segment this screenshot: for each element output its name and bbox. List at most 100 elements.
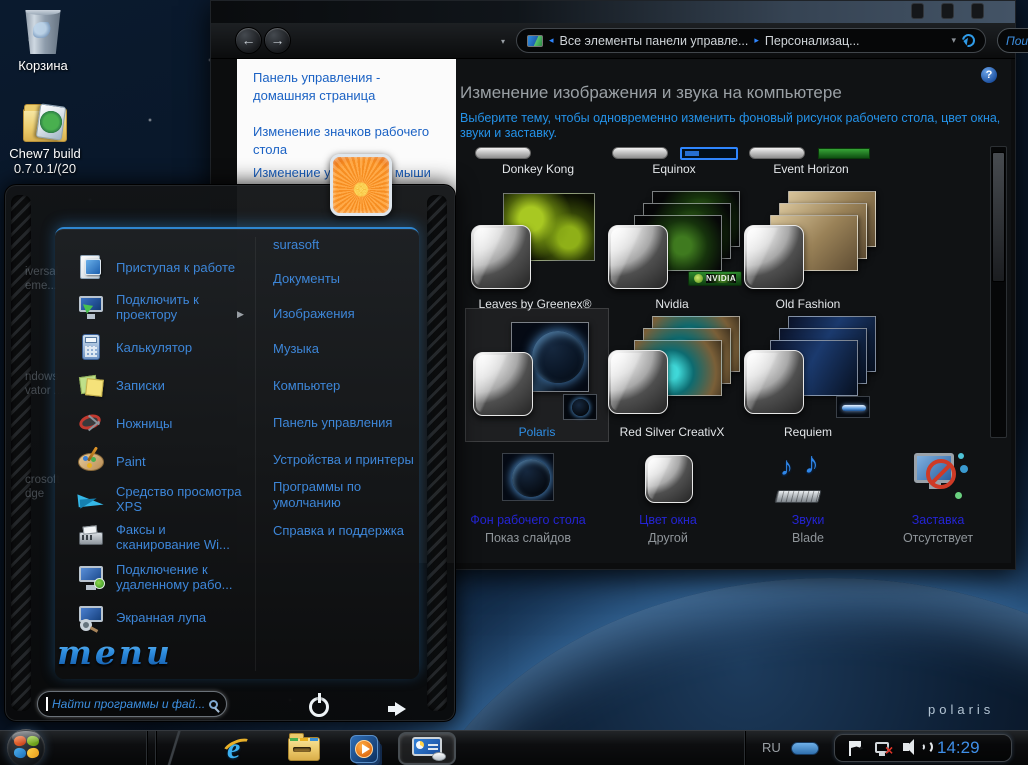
sidebar-link-home[interactable]: Панель управления - домашняя страница <box>253 69 443 105</box>
sounds-link[interactable]: Звуки <box>738 513 878 527</box>
menu-item-getting-started[interactable]: Приступая к работе <box>77 247 257 287</box>
nvidia-badge: NVIDIA <box>688 271 742 286</box>
theme-requiem[interactable]: Requiem <box>740 314 876 438</box>
desktop-screen: polaris Корзина Chew7 build 0.7.0.1/(20 … <box>0 0 1028 765</box>
search-input[interactable] <box>1006 34 1028 48</box>
menu-item-username[interactable]: surasoft <box>273 237 415 253</box>
theme-label[interactable]: Donkey Kong <box>468 162 608 176</box>
theme-thumb-event-horizon[interactable] <box>749 147 805 159</box>
snipping-tool-icon <box>77 409 105 437</box>
desktop-background-value: Показ слайдов <box>458 531 598 545</box>
window-titlebar[interactable] <box>211 1 1015 23</box>
internet-explorer-icon[interactable]: e <box>224 734 254 764</box>
menu-item-pictures[interactable]: Изображения <box>273 306 415 322</box>
glass-square-icon <box>608 350 668 414</box>
breadcrumb-chevron-right-icon[interactable]: ▸ <box>754 35 759 46</box>
media-player-icon[interactable] <box>350 735 378 763</box>
control-panel-search[interactable] <box>997 28 1028 53</box>
menu-item-snipping-tool[interactable]: Ножницы <box>77 403 257 443</box>
menu-item-devices-printers[interactable]: Устройства и принтеры <box>273 452 415 468</box>
setting-screensaver: Заставка Отсутствует <box>868 451 1008 545</box>
theme-label[interactable]: Nvidia <box>602 297 742 311</box>
menu-item-calculator[interactable]: Калькулятор <box>77 327 257 367</box>
theme-label[interactable]: Requiem <box>738 425 878 439</box>
menu-item-help-support[interactable]: Справка и поддержка <box>273 523 415 539</box>
user-account-picture[interactable] <box>330 154 392 216</box>
search-icon[interactable] <box>209 700 218 709</box>
fax-scan-icon <box>77 523 105 551</box>
address-dropdown-caret-icon[interactable]: ▾ <box>951 35 956 46</box>
minimize-button[interactable] <box>911 3 924 19</box>
theme-old-fashion[interactable]: Old Fashion <box>740 189 876 313</box>
theme-label[interactable]: Red Silver CreativX <box>602 425 742 439</box>
go-arrow-icon[interactable] <box>395 702 406 716</box>
event-horizon-badge-icon <box>818 148 870 159</box>
refresh-icon[interactable] <box>959 31 977 49</box>
menu-item-music[interactable]: Музыка <box>273 341 415 357</box>
theme-label[interactable]: Event Horizon <box>741 162 881 176</box>
control-panel-taskbar-button[interactable] <box>398 732 456 765</box>
paint-palette-icon <box>77 447 105 475</box>
volume-icon[interactable] <box>903 743 909 751</box>
menu-item-paint[interactable]: Paint <box>77 441 257 481</box>
power-button[interactable] <box>309 697 329 717</box>
menu-item-documents[interactable]: Документы <box>273 271 415 287</box>
address-bar[interactable]: ◂ Все элементы панели управле... ▸ Персо… <box>516 28 986 53</box>
breadcrumb-item[interactable]: Персонализац... <box>765 34 860 48</box>
menu-item-xps-viewer[interactable]: Средство просмотра XPS <box>77 479 257 519</box>
breadcrumb-chevron-left-icon[interactable]: ◂ <box>549 35 554 46</box>
menu-item-connect-projector[interactable]: Подключить к проектору <box>77 287 257 327</box>
language-indicator[interactable]: RU <box>762 740 781 755</box>
navigation-toolbar: ← → ▾ ◂ Все элементы панели управле... ▸… <box>211 23 1015 59</box>
glass-square-icon <box>471 225 531 289</box>
breadcrumb-item[interactable]: Все элементы панели управле... <box>560 34 749 48</box>
theme-nvidia[interactable]: NVIDIA Nvidia <box>604 189 740 313</box>
theme-label[interactable]: Equinox <box>604 162 744 176</box>
menu-item-remote-desktop[interactable]: Подключение к удаленному рабо... <box>77 557 257 597</box>
menu-item-control-panel[interactable]: Панель управления <box>273 415 415 431</box>
menu-item-computer[interactable]: Компьютер <box>273 378 415 394</box>
clock[interactable]: 14:29 <box>937 738 1007 758</box>
glass-square-icon <box>744 225 804 289</box>
start-search-input[interactable] <box>52 697 205 711</box>
menu-item-sticky-notes[interactable]: Записки <box>77 365 257 405</box>
desktop-icon-chew7-build[interactable]: Chew7 build 0.7.0.1/(20 <box>2 108 88 176</box>
scrollbar-thumb[interactable] <box>992 152 1005 282</box>
projector-icon <box>77 293 105 321</box>
recent-pages-caret-icon[interactable]: ▾ <box>501 37 505 46</box>
themes-scrollbar[interactable] <box>990 146 1007 438</box>
theme-thumb-donkey-kong[interactable] <box>475 147 531 159</box>
desktop-icon-sublabel: 0.7.0.1/(20 <box>2 161 88 176</box>
maximize-button[interactable] <box>941 3 954 19</box>
theme-thumb-equinox[interactable] <box>612 147 668 159</box>
screensaver-link[interactable]: Заставка <box>868 513 1008 527</box>
start-button[interactable] <box>7 729 45 765</box>
start-menu-search[interactable] <box>37 691 227 717</box>
action-center-flag-icon[interactable] <box>849 741 851 756</box>
setting-desktop-background: Фон рабочего стола Показ слайдов <box>458 451 598 545</box>
calculator-icon <box>77 333 105 361</box>
explorer-folder-icon[interactable] <box>288 737 320 761</box>
control-panel-icon <box>527 35 543 47</box>
desktop-icon-recycle-bin[interactable]: Корзина <box>0 10 86 73</box>
menu-item-magnifier[interactable]: Экранная лупа <box>77 597 257 637</box>
forward-button[interactable]: → <box>264 27 291 54</box>
folder-icon <box>23 108 67 142</box>
language-pill-button[interactable] <box>791 742 819 755</box>
theme-label[interactable]: Old Fashion <box>738 297 878 311</box>
wallpaper-brand-text: polaris <box>928 702 994 717</box>
menu-item-fax-scan[interactable]: Факсы и сканирование Wi... <box>77 517 257 557</box>
help-icon[interactable]: ? <box>981 67 997 83</box>
theme-label-selected[interactable]: Polaris <box>467 425 607 439</box>
theme-red-silver-creativx[interactable]: Red Silver CreativX <box>604 314 740 438</box>
back-button[interactable]: ← <box>235 27 262 54</box>
page-title: Изменение изображения и звука на компьют… <box>460 83 842 103</box>
nvidia-logo-icon <box>694 274 703 283</box>
menu-item-default-programs[interactable]: Программы по умолчанию <box>273 479 415 511</box>
window-color-link[interactable]: Цвет окна <box>598 513 738 527</box>
theme-polaris-selected[interactable]: Polaris <box>469 314 605 438</box>
theme-leaves-by-greenex[interactable]: Leaves by Greenex® <box>467 189 603 313</box>
desktop-background-link[interactable]: Фон рабочего стола <box>458 513 598 527</box>
desktop-icon-label: Chew7 build <box>2 146 88 161</box>
close-button[interactable] <box>971 3 984 19</box>
